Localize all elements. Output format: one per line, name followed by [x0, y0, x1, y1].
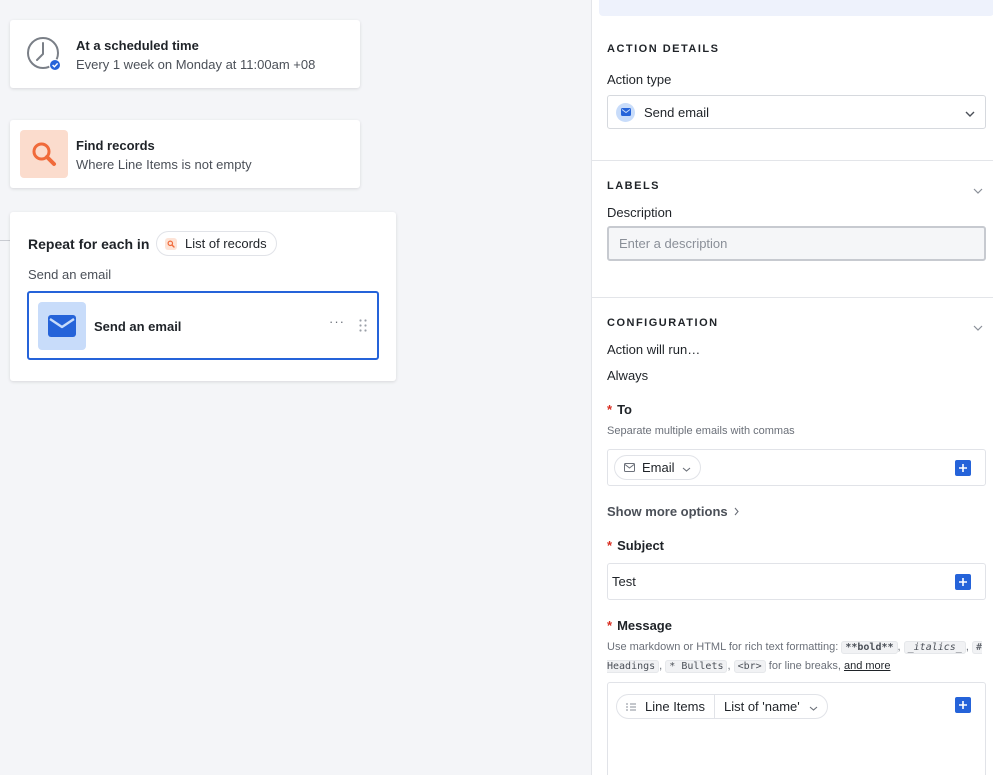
action-config-panel: ACTION DETAILS Action type Send email LA… — [591, 0, 993, 775]
code-bullets: * Bullets — [665, 660, 728, 673]
envelope-icon — [616, 102, 635, 122]
line-items-chip-value[interactable]: List of 'name' — [715, 699, 827, 714]
envelope-icon — [38, 302, 86, 350]
action-type-select[interactable]: Send email — [607, 95, 986, 129]
chevron-down-icon — [965, 105, 975, 120]
subject-label-text: Subject — [617, 538, 665, 553]
chevron-down-icon — [682, 460, 691, 475]
code-bold: **bold** — [841, 641, 898, 654]
clock-icon — [20, 30, 68, 78]
find-records-subtitle: Where Line Items is not empty — [76, 157, 252, 172]
line-items-label: Line Items — [645, 699, 705, 714]
to-label: * To — [607, 402, 632, 417]
mail-icon — [624, 460, 635, 475]
repeat-label: Repeat for each in — [28, 236, 150, 252]
plus-icon — [959, 464, 967, 472]
subject-value[interactable]: Test — [612, 574, 636, 589]
search-icon — [165, 237, 177, 250]
chevron-down-icon[interactable] — [973, 182, 983, 197]
action-details-heading: ACTION DETAILS — [607, 43, 720, 55]
show-more-options-link[interactable]: Show more options — [607, 504, 739, 519]
code-italics: _italics_ — [903, 641, 966, 654]
description-label: Description — [607, 205, 673, 220]
plus-icon — [959, 578, 967, 586]
show-more-label: Show more options — [607, 504, 728, 519]
trigger-card[interactable]: At a scheduled time Every 1 week on Mond… — [10, 20, 360, 88]
and-more-link[interactable]: and more — [844, 660, 890, 672]
find-records-card[interactable]: Find records Where Line Items is not emp… — [10, 120, 360, 188]
message-field[interactable]: Line Items List of 'name' — [607, 682, 986, 775]
to-field[interactable]: Email — [607, 449, 986, 486]
insert-field-button[interactable] — [955, 574, 971, 590]
search-icon — [20, 130, 68, 178]
trigger-subtitle: Every 1 week on Monday at 11:00am +08 — [76, 57, 316, 72]
chevron-down-icon — [809, 699, 818, 714]
message-hint: Use markdown or HTML for rich text forma… — [607, 641, 982, 673]
chevron-down-icon[interactable] — [973, 319, 983, 334]
section-divider — [592, 297, 993, 298]
connector-line — [0, 240, 10, 241]
section-divider — [592, 160, 993, 161]
message-label-text: Message — [617, 618, 672, 633]
action-type-label: Action type — [607, 72, 672, 87]
list-of-records-pill[interactable]: List of records — [156, 231, 277, 256]
line-items-chip[interactable]: Line Items List of 'name' — [616, 694, 828, 719]
to-label-text: To — [617, 402, 632, 417]
insert-field-button[interactable] — [955, 697, 971, 713]
send-email-step-title: Send an email — [94, 319, 182, 334]
message-hint-prefix: Use markdown or HTML for rich text forma… — [607, 641, 839, 653]
insert-field-button[interactable] — [955, 460, 971, 476]
to-hint: Separate multiple emails with commas — [607, 425, 795, 437]
action-type-value: Send email — [644, 104, 710, 120]
subject-field[interactable]: Test — [607, 563, 986, 600]
action-will-run-label: Action will run… — [607, 342, 701, 357]
email-chip[interactable]: Email — [614, 455, 701, 480]
configuration-heading: CONFIGURATION — [607, 317, 719, 329]
workflow-canvas[interactable]: At a scheduled time Every 1 week on Mond… — [0, 0, 591, 775]
list-of-name-label: List of 'name' — [723, 699, 800, 714]
email-chip-label: Email — [642, 460, 675, 475]
labels-heading: LABELS — [607, 180, 660, 192]
description-input[interactable] — [607, 226, 986, 261]
more-options-icon[interactable]: ··· — [329, 314, 345, 329]
line-items-chip-field: Line Items — [617, 699, 714, 714]
action-will-run-value[interactable]: Always — [607, 368, 648, 383]
trigger-title: At a scheduled time — [76, 38, 199, 53]
subject-label: * Subject — [607, 538, 665, 553]
code-br: <br> — [733, 660, 766, 673]
chevron-right-icon — [734, 504, 739, 519]
line-breaks-text: for line breaks, — [768, 660, 841, 672]
send-email-step-card[interactable]: Send an email ··· — [27, 291, 379, 360]
panel-top-bar — [599, 0, 993, 16]
repeat-group-card[interactable]: Repeat for each in List of records Send … — [10, 212, 396, 381]
drag-handle-icon[interactable] — [359, 319, 367, 335]
plus-icon — [959, 701, 967, 709]
list-icon — [626, 699, 636, 714]
repeat-description: Send an email — [28, 267, 112, 282]
message-label: * Message — [607, 618, 672, 633]
list-of-records-label: List of records — [185, 236, 267, 251]
find-records-title: Find records — [76, 138, 155, 153]
